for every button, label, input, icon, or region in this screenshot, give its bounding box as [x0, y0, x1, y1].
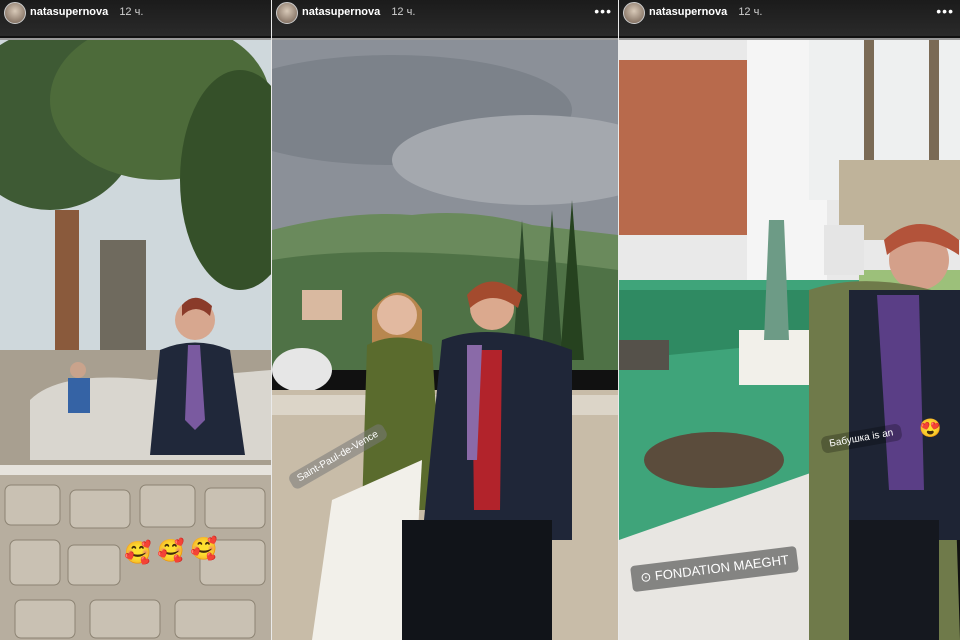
story-header: natasupernova 12 ч. — [0, 0, 271, 36]
story-header: natasupernova 12 ч. ••• — [619, 0, 960, 36]
timestamp: 12 ч. — [391, 6, 416, 18]
timestamp: 12 ч. — [119, 6, 144, 18]
more-icon[interactable]: ••• — [594, 3, 612, 19]
emoji-sticker: 🥰 — [157, 538, 185, 563]
story-progress-bar — [619, 38, 960, 40]
avatar[interactable] — [276, 2, 298, 24]
more-icon[interactable]: ••• — [936, 3, 954, 19]
username[interactable]: natasupernova — [649, 6, 727, 18]
emoji-sticker: 😍 — [919, 418, 942, 438]
username[interactable]: natasupernova — [30, 6, 108, 18]
story-progress-bar — [0, 38, 271, 40]
username[interactable]: natasupernova — [302, 6, 380, 18]
emoji-sticker: 🥰 — [190, 536, 218, 561]
timestamp: 12 ч. — [738, 6, 763, 18]
story-panel-2[interactable]: natasupernova 12 ч. ••• Saint-Paul-de-Ve… — [272, 0, 618, 640]
avatar[interactable] — [623, 2, 645, 24]
story-photo — [272, 40, 618, 640]
story-panel-3[interactable]: natasupernova 12 ч. ••• Бабушка is an 😍 … — [619, 0, 960, 640]
story-header: natasupernova 12 ч. ••• — [272, 0, 618, 36]
story-panel-1[interactable]: natasupernova 12 ч. 🥰 🥰 🥰 — [0, 0, 271, 640]
story-progress-bar — [272, 38, 618, 40]
avatar[interactable] — [4, 2, 26, 24]
emoji-sticker: 🥰 — [124, 540, 152, 565]
location-pin-icon: ⊙ — [639, 568, 653, 586]
instagram-stories-collage: natasupernova 12 ч. 🥰 🥰 🥰 natasupernova … — [0, 0, 960, 640]
